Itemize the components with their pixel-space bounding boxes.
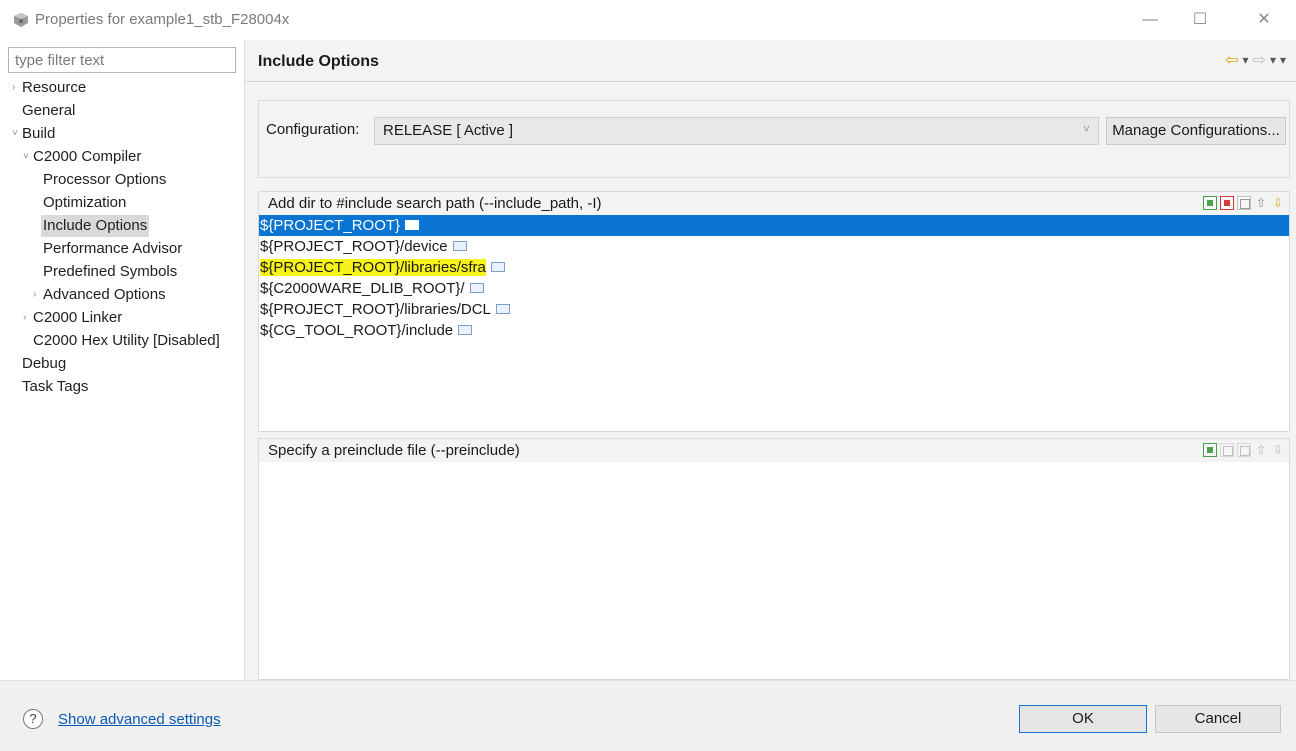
title-bar: Properties for example1_stb_F28004x — ☐ … — [0, 0, 1296, 40]
tree-item-general[interactable]: General — [22, 100, 75, 122]
delete-icon[interactable] — [1220, 443, 1234, 457]
tree-item-resource[interactable]: › Resource — [12, 77, 86, 99]
tree-item-include-options[interactable]: Include Options — [41, 215, 150, 237]
chevron-down-icon[interactable]: ˅ — [23, 146, 33, 168]
variables-icon — [495, 304, 510, 315]
tree-item-label: Debug — [22, 355, 67, 372]
tree-item-task-tags[interactable]: Task Tags — [22, 376, 88, 398]
include-path-title: Add dir to #include search path (--inclu… — [268, 195, 602, 212]
tree-item-label: Advanced Options — [43, 286, 166, 303]
configuration-label: Configuration: — [266, 121, 360, 138]
chevron-right-icon[interactable]: › — [23, 307, 33, 329]
include-path-row[interactable]: ${C2000WARE_DLIB_ROOT}/ — [259, 278, 1289, 299]
tree-item-label: General — [22, 102, 76, 119]
tree-item-label: Task Tags — [22, 378, 89, 395]
preinclude-toolbar: ⇧ ⇩ — [1203, 443, 1285, 457]
tree-item-build[interactable]: ˅ Build — [12, 123, 55, 145]
configuration-value: RELEASE [ Active ] — [383, 122, 514, 139]
variables-icon — [458, 325, 473, 336]
include-path-row[interactable]: ${PROJECT_ROOT} — [259, 215, 1289, 236]
tree-item-predefined-symbols[interactable]: Predefined Symbols — [43, 261, 177, 283]
variables-icon — [452, 241, 467, 252]
tree-item-debug[interactable]: Debug — [22, 353, 66, 375]
tree-item-label: Include Options — [43, 217, 148, 234]
move-down-icon[interactable]: ⇩ — [1271, 196, 1285, 210]
include-path-text: ${PROJECT_ROOT}/device — [260, 238, 448, 255]
manage-configurations-button[interactable]: Manage Configurations... — [1106, 117, 1286, 145]
variables-icon — [469, 283, 484, 294]
forward-dropdown-icon[interactable]: ▾ — [1270, 53, 1276, 67]
include-path-text: ${CG_TOOL_ROOT}/include — [260, 322, 454, 339]
tree-item-label: Optimization — [43, 194, 127, 211]
tree-item-label: Predefined Symbols — [43, 263, 178, 280]
tree-item-optimization[interactable]: Optimization — [43, 192, 126, 214]
move-down-icon[interactable]: ⇩ — [1271, 443, 1285, 457]
include-path-header: Add dir to #include search path (--inclu… — [259, 192, 1289, 215]
tree-item-label: Performance Advisor — [43, 240, 183, 257]
tree-item-processor-options[interactable]: Processor Options — [43, 169, 166, 191]
include-path-text: ${PROJECT_ROOT} — [260, 217, 401, 234]
tree-item-label: C2000 Hex Utility [Disabled] — [33, 332, 220, 349]
include-path-row[interactable]: ${PROJECT_ROOT}/device — [259, 236, 1289, 257]
add-icon[interactable] — [1203, 443, 1217, 457]
ok-button[interactable]: OK — [1019, 705, 1147, 733]
tree-item-label: C2000 Linker — [33, 309, 123, 326]
preinclude-panel: Specify a preinclude file (--preinclude)… — [258, 438, 1290, 680]
chevron-right-icon[interactable]: › — [12, 77, 22, 99]
maximize-button[interactable]: ☐ — [1186, 8, 1214, 32]
variables-icon — [490, 262, 505, 273]
add-icon[interactable] — [1203, 196, 1217, 210]
back-arrow-icon[interactable]: ⇦ — [1225, 50, 1238, 70]
tree-item-label: C2000 Compiler — [33, 148, 142, 165]
content-pane: Include Options ⇦ ▾ ⇨ ▾ ▾ Configuration:… — [245, 40, 1296, 680]
include-path-text: ${PROJECT_ROOT}/libraries/DCL — [260, 301, 491, 318]
move-up-icon[interactable]: ⇧ — [1254, 443, 1268, 457]
configuration-group: Configuration: RELEASE [ Active ] ˅ Mana… — [258, 100, 1290, 178]
minimize-button[interactable]: — — [1136, 8, 1164, 32]
tree-item-performance-advisor[interactable]: Performance Advisor — [43, 238, 182, 260]
preinclude-title: Specify a preinclude file (--preinclude) — [268, 442, 520, 459]
move-up-icon[interactable]: ⇧ — [1254, 196, 1268, 210]
edit-icon[interactable] — [1237, 443, 1251, 457]
help-icon[interactable]: ? — [23, 709, 43, 729]
delete-icon[interactable] — [1220, 196, 1234, 210]
include-path-row[interactable]: ${PROJECT_ROOT}/libraries/sfra — [259, 257, 1289, 278]
page-header: Include Options ⇦ ▾ ⇨ ▾ ▾ — [245, 40, 1296, 82]
close-button[interactable]: ✕ — [1250, 8, 1278, 32]
include-path-row[interactable]: ${CG_TOOL_ROOT}/include — [259, 320, 1289, 341]
tree-item-c2000-linker[interactable]: › C2000 Linker — [23, 307, 122, 329]
dialog-footer: ? Show advanced settings OK Cancel — [0, 680, 1296, 751]
preinclude-header: Specify a preinclude file (--preinclude)… — [259, 439, 1289, 462]
variables-icon — [405, 220, 420, 231]
window-title: Properties for example1_stb_F28004x — [35, 11, 290, 28]
chevron-down-icon: ˅ — [1082, 122, 1090, 136]
configuration-select[interactable]: RELEASE [ Active ] ˅ — [374, 117, 1099, 145]
edit-icon[interactable] — [1237, 196, 1251, 210]
filter-input[interactable] — [8, 47, 236, 73]
tree-item-advanced-options[interactable]: › Advanced Options — [33, 284, 166, 306]
tree-item-label: Resource — [22, 79, 87, 96]
page-nav-toolbar: ⇦ ▾ ⇨ ▾ ▾ — [1225, 50, 1286, 70]
include-path-text: ${PROJECT_ROOT}/libraries/sfra — [260, 259, 486, 276]
forward-arrow-icon[interactable]: ⇨ — [1253, 50, 1266, 70]
cancel-button[interactable]: Cancel — [1155, 705, 1281, 733]
chevron-down-icon[interactable]: ˅ — [12, 123, 22, 145]
include-path-toolbar: ⇧ ⇩ — [1203, 196, 1285, 210]
include-path-text: ${C2000WARE_DLIB_ROOT}/ — [260, 280, 465, 297]
tree-item-c2000-hex-utility[interactable]: C2000 Hex Utility [Disabled] — [33, 330, 220, 352]
app-icon — [14, 13, 28, 27]
tree-item-label: Processor Options — [43, 171, 167, 188]
chevron-right-icon[interactable]: › — [33, 284, 43, 306]
back-dropdown-icon[interactable]: ▾ — [1243, 53, 1249, 67]
tree-item-label: Build — [22, 125, 56, 142]
view-menu-icon[interactable]: ▾ — [1280, 53, 1286, 67]
page-title: Include Options — [258, 53, 379, 70]
include-path-panel: Add dir to #include search path (--inclu… — [258, 191, 1290, 432]
show-advanced-settings-link[interactable]: Show advanced settings — [58, 711, 221, 728]
include-path-row[interactable]: ${PROJECT_ROOT}/libraries/DCL — [259, 299, 1289, 320]
tree-item-c2000-compiler[interactable]: ˅ C2000 Compiler — [23, 146, 141, 168]
